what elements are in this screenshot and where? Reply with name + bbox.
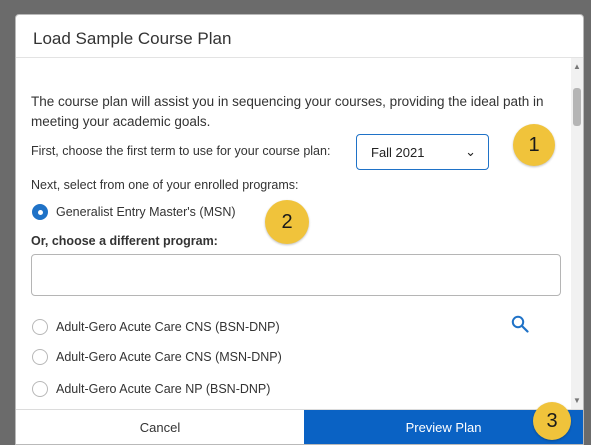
scrollbar[interactable]: ▲ ▼ bbox=[571, 58, 583, 409]
dialog-header: Load Sample Course Plan bbox=[16, 15, 583, 58]
different-program-prompt: Or, choose a different program: bbox=[31, 234, 218, 248]
program-label: Adult-Gero Acute Care CNS (MSN-DNP) bbox=[56, 350, 282, 364]
enrolled-program-label: Generalist Entry Master's (MSN) bbox=[56, 205, 236, 219]
cancel-button[interactable]: Cancel bbox=[16, 410, 304, 444]
enrolled-prompt: Next, select from one of your enrolled p… bbox=[31, 178, 299, 192]
search-icon[interactable] bbox=[511, 315, 529, 333]
intro-text: The course plan will assist you in seque… bbox=[31, 94, 544, 129]
term-prompt: First, choose the first term to use for … bbox=[31, 144, 331, 158]
program-label: Adult-Gero Acute Care CNS (BSN-DNP) bbox=[56, 320, 280, 334]
annotation-marker-1: 1 bbox=[513, 124, 555, 166]
scroll-up-icon[interactable]: ▲ bbox=[573, 62, 581, 71]
program-radio[interactable] bbox=[32, 381, 48, 397]
program-radio[interactable] bbox=[32, 349, 48, 365]
term-select-value: Fall 2021 bbox=[371, 145, 425, 160]
annotation-marker-3: 3 bbox=[533, 402, 571, 440]
dialog-title: Load Sample Course Plan bbox=[33, 29, 232, 48]
scroll-thumb[interactable] bbox=[573, 88, 581, 126]
program-label: Adult-Gero Acute Care NP (BSN-DNP) bbox=[56, 382, 271, 396]
annotation-marker-2: 2 bbox=[265, 200, 309, 244]
chevron-down-icon: ⌄ bbox=[465, 144, 476, 159]
enrolled-program-radio[interactable] bbox=[32, 204, 48, 220]
program-search-input[interactable] bbox=[31, 254, 561, 296]
term-select[interactable]: Fall 2021 ⌄ bbox=[356, 134, 489, 170]
program-radio[interactable] bbox=[32, 319, 48, 335]
dialog-footer: Cancel Preview Plan bbox=[16, 409, 583, 444]
scroll-down-icon[interactable]: ▼ bbox=[573, 396, 581, 405]
